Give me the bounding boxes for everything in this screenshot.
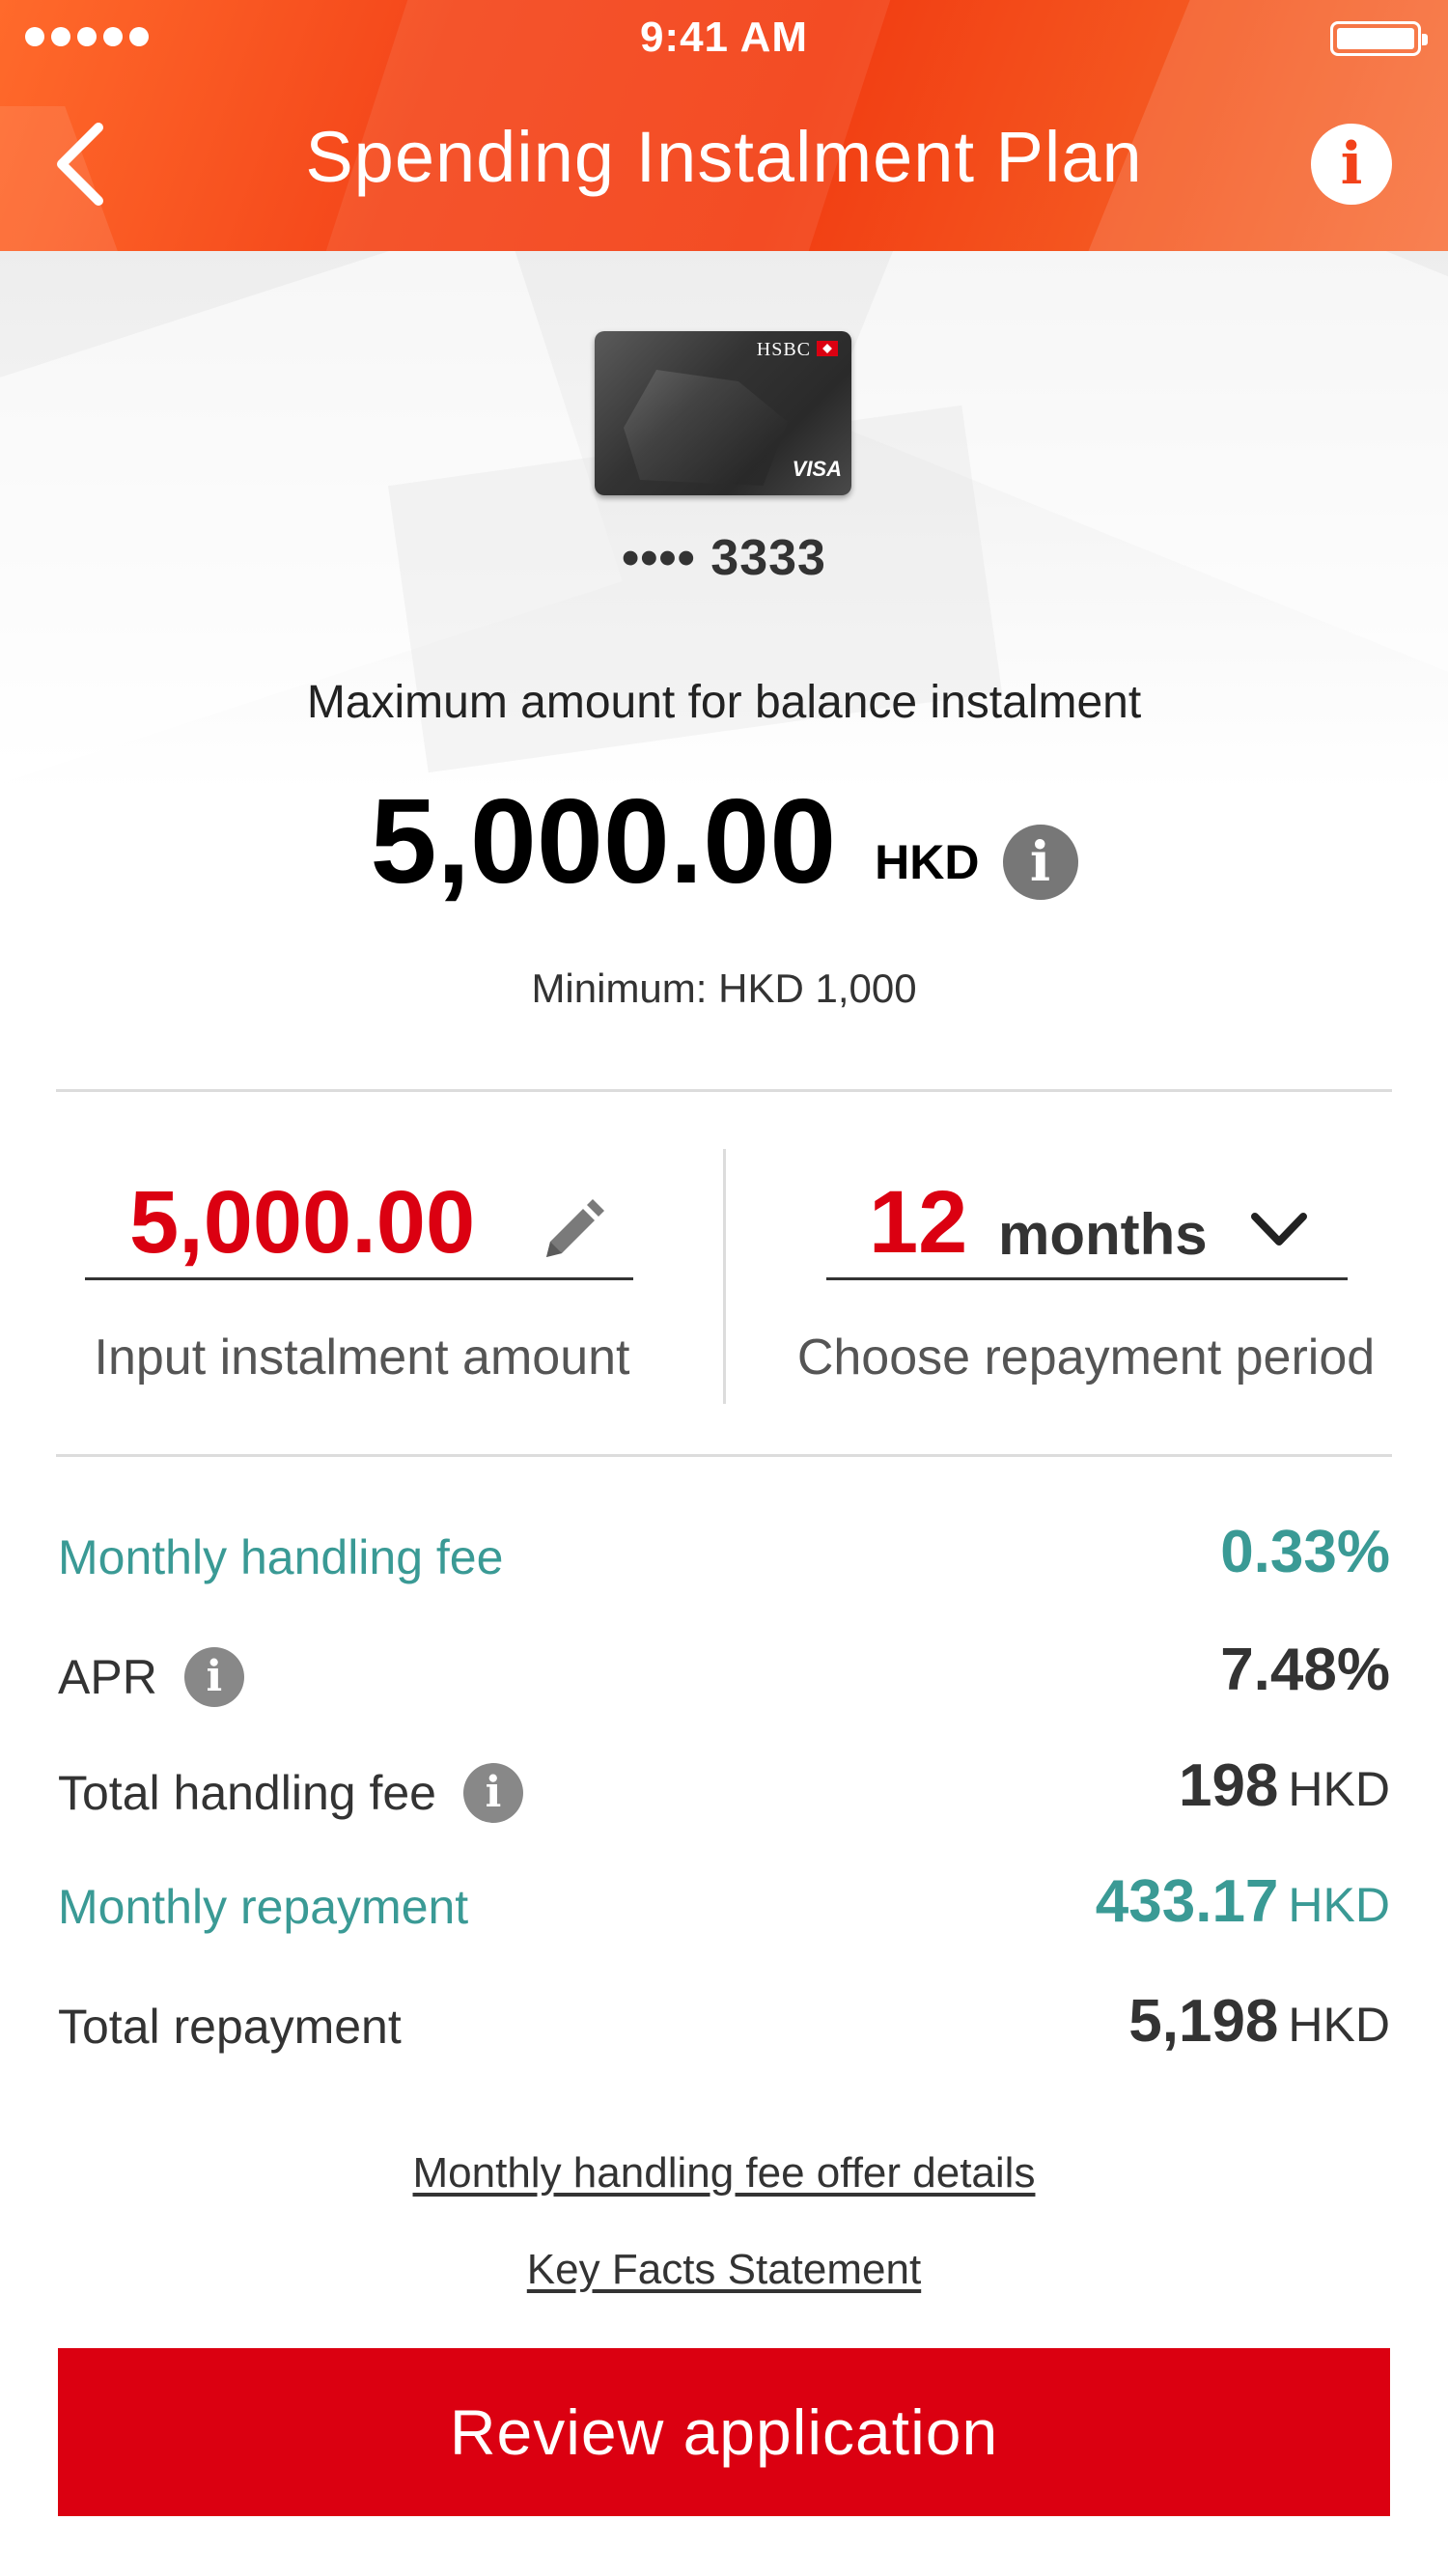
- total-repayment-value: 5,198: [1128, 1988, 1279, 2055]
- page-title: Spending Instalment Plan: [305, 117, 1143, 197]
- status-bar: 9:41 AM: [0, 0, 1448, 75]
- period-unit: months: [998, 1202, 1208, 1267]
- total-repayment-row: Total repayment 5,198 HKD: [58, 1987, 1390, 2074]
- instalment-amount-value: 5,000.00: [129, 1173, 476, 1272]
- repayment-period-select[interactable]: 12 months: [826, 1170, 1348, 1280]
- total-handling-fee-value: 198: [1178, 1752, 1279, 1819]
- max-amount-value: 5,000.00: [370, 775, 837, 909]
- monthly-handling-fee-value: 0.33%: [1220, 1519, 1390, 1585]
- apr-value: 7.48%: [1220, 1637, 1390, 1703]
- credit-card-image: HSBC VISA: [595, 331, 851, 495]
- review-application-button[interactable]: Review application: [58, 2348, 1390, 2516]
- instalment-amount-caption: Input instalment amount: [94, 1330, 630, 1386]
- card-number: •••• 3333: [622, 530, 826, 586]
- chevron-down-icon: [1251, 1213, 1307, 1246]
- card-network: VISA: [792, 457, 842, 481]
- status-time: 9:41 AM: [639, 14, 809, 61]
- offer-details-link-row: Monthly handling fee offer details: [0, 2149, 1448, 2198]
- monthly-handling-fee-row: Monthly handling fee 0.33%: [58, 1518, 1390, 1605]
- apr-label: APR: [58, 1650, 157, 1704]
- hsbc-logo-icon: [817, 341, 838, 356]
- monthly-handling-fee-label: Monthly handling fee: [58, 1530, 504, 1584]
- key-facts-link[interactable]: Key Facts Statement: [527, 2246, 921, 2293]
- info-icon[interactable]: i: [1002, 825, 1078, 900]
- minimum-amount-label: Minimum: HKD 1,000: [531, 966, 917, 1011]
- pencil-icon[interactable]: [539, 1197, 606, 1265]
- currency-label: HKD: [1288, 1762, 1390, 1816]
- screen: 9:41 AM Spending Instalment Plan i HSBC …: [0, 0, 1448, 2576]
- period-number: 12: [869, 1173, 968, 1272]
- total-handling-fee-label: Total handling fee: [58, 1766, 436, 1820]
- apr-row: APR i 7.48%: [58, 1636, 1390, 1722]
- max-amount-currency: HKD: [875, 835, 980, 889]
- total-repayment-label: Total repayment: [58, 2000, 402, 2054]
- battery-icon: [1330, 21, 1428, 56]
- monthly-repayment-value: 433.17: [1095, 1868, 1279, 1935]
- info-icon[interactable]: i: [462, 1763, 523, 1823]
- monthly-repayment-label: Monthly repayment: [58, 1880, 469, 1934]
- currency-label: HKD: [1288, 1878, 1390, 1932]
- max-amount-row: 5,000.00 HKD i: [0, 782, 1448, 902]
- instalment-amount-input[interactable]: 5,000.00: [85, 1170, 633, 1280]
- monthly-repayment-row: Monthly repayment 433.17 HKD: [58, 1867, 1390, 1954]
- info-button[interactable]: i: [1311, 124, 1392, 205]
- card-brand: HSBC: [756, 339, 811, 360]
- currency-label: HKD: [1288, 1998, 1390, 2052]
- lion-artwork: [624, 370, 788, 486]
- repayment-period-caption: Choose repayment period: [796, 1330, 1376, 1386]
- max-amount-label: Maximum amount for balance instalment: [306, 677, 1142, 728]
- divider: [56, 1454, 1392, 1457]
- divider: [56, 1089, 1392, 1092]
- info-icon[interactable]: i: [183, 1647, 244, 1707]
- key-facts-link-row: Key Facts Statement: [0, 2246, 1448, 2294]
- header-bar: 9:41 AM Spending Instalment Plan i: [0, 0, 1448, 251]
- offer-details-link[interactable]: Monthly handling fee offer details: [413, 2149, 1036, 2197]
- total-handling-fee-row: Total handling fee i 198 HKD: [58, 1751, 1390, 1838]
